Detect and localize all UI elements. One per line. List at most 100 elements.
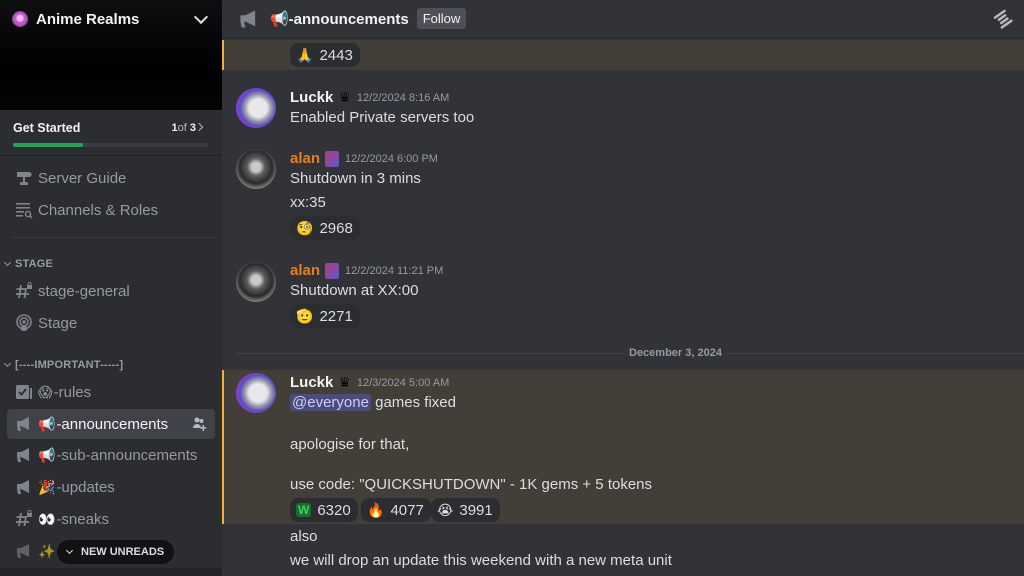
message-text: use code: "QUICKSHUTDOWN" - 1K gems + 5 … [290,476,653,493]
invite-member-icon[interactable] [192,416,208,432]
reaction-count: 3991 [459,501,493,519]
rules-icon [14,382,34,402]
server-globe-icon [12,11,28,27]
sidebar-item-label: Channels & Roles [38,201,159,219]
message-header: alan 12/2/2024 6:00 PM [290,150,438,167]
timestamp: 12/2/2024 6:00 PM [345,152,438,165]
date-divider-label: December 3, 2024 [624,347,727,359]
sidebar-item-server-guide[interactable]: Server Guide [7,163,215,193]
chat-area: 📢-announcements Follow 🙏 2443 Luckk ♛ 12… [222,0,1024,576]
message-header: Luckk ♛ 12/3/2024 5:00 AM [290,374,449,391]
category-important[interactable]: [----IMPORTANT-----] [3,359,123,371]
channel-updates[interactable]: 🎉 -updates [7,472,215,502]
locked-text-channel-icon [14,509,34,529]
get-started-progress-fill [13,143,84,147]
avatar[interactable] [236,88,276,128]
author-name[interactable]: alan [290,150,320,167]
channel-rules[interactable]: 😱 -rules [7,377,215,407]
get-started-count: 1of 3 [171,122,197,134]
message-text: Enabled Private servers too [290,109,475,126]
reaction-pill[interactable]: 🫡 2271 [290,304,360,328]
reaction-emoji: 🧐 [296,219,314,236]
reaction-count: 2968 [319,219,353,237]
channel-emoji: ✨ [38,542,56,559]
reaction-count: 2443 [319,46,353,64]
author-name[interactable]: Luckk [290,374,333,391]
reaction-emoji: W [296,503,312,517]
sidebar-item-label: Server Guide [38,169,127,187]
announcement-icon [14,445,34,465]
author-name[interactable]: Luckk [290,89,333,106]
channel-emoji: 🎉 [38,478,56,495]
reaction-pill[interactable]: 🙏 2443 [290,43,360,67]
channel-header: 📢-announcements Follow [222,0,1024,38]
timestamp: 12/3/2024 5:00 AM [356,376,450,389]
channel-label: -sneaks [56,510,109,528]
channel-label: -updates [56,478,115,496]
reaction-pill[interactable]: 🧐 2968 [290,216,360,240]
user-panel-edge [0,568,222,576]
announcement-icon [14,477,34,497]
announcement-icon [238,8,260,30]
chevron-down-icon [3,359,12,368]
everyone-mention[interactable]: @everyone [290,394,371,411]
message-text: apologise for that, [290,436,410,453]
timestamp: 12/2/2024 11:21 PM [345,264,444,277]
reaction-count: 2271 [319,307,353,325]
reaction-pill[interactable]: 😭 3991 [431,498,500,522]
get-started-panel[interactable]: Get Started 1of 3 [0,110,222,156]
channel-stage[interactable]: Stage [7,308,215,338]
message-text: xx:35 [290,194,326,211]
server-name: Anime Realms [36,10,140,28]
category-stage[interactable]: STAGE [3,258,53,270]
locked-text-channel-icon [14,281,34,301]
chevron-down-icon[interactable] [193,9,209,25]
new-unreads-label: NEW UNREADS [81,546,165,558]
chevron-right-icon [194,122,204,132]
avatar[interactable] [236,262,276,302]
reaction-count: 4077 [390,501,424,519]
message-header: Luckk ♛ 12/2/2024 8:16 AM [290,89,449,106]
reaction-pill[interactable]: 🔥 4077 [361,498,431,522]
channel-emoji: 📢 [38,446,56,463]
channel-title: 📢-announcements [270,10,409,28]
reaction-pill[interactable]: W 6320 [290,498,358,522]
new-unreads-button[interactable]: NEW UNREADS [57,540,175,564]
timestamp: 12/2/2024 8:16 AM [356,91,450,104]
role-scroll-icon [325,262,340,279]
chevron-down-icon [3,258,12,267]
author-name[interactable]: alan [290,262,320,279]
channel-label: -sub-announcements [56,446,198,464]
message-text: also [290,528,318,545]
avatar[interactable] [236,373,276,413]
sidebar-divider [13,237,216,238]
channel-announcements[interactable]: 📢 -announcements [7,409,215,439]
announcement-icon [14,541,34,561]
channel-label: -announcements [56,415,169,433]
get-started-progress-bar [13,143,208,147]
channel-emoji: 😱 [38,383,53,400]
chevron-down-icon [65,546,74,555]
get-started-title: Get Started [13,121,81,135]
channel-stage-general[interactable]: stage-general [7,276,215,306]
message-header: alan 12/2/2024 11:21 PM [290,262,443,279]
reaction-emoji: 🫡 [296,307,314,324]
message-text-span: games fixed [375,394,456,411]
channel-label: Stage [38,314,78,332]
channel-sub-announcements[interactable]: 📢 -sub-announcements [7,440,215,470]
crown-icon: ♛ [338,89,351,105]
sidebar-item-channels-roles[interactable]: Channels & Roles [7,195,215,225]
follow-button[interactable]: Follow [416,8,467,29]
announcement-icon [14,414,34,434]
category-label: [----IMPORTANT-----] [15,359,124,371]
threads-icon[interactable] [992,8,1014,30]
server-header[interactable]: Anime Realms [12,8,212,30]
category-label: STAGE [15,258,54,270]
message-text: we will drop an update this weekend with… [290,552,672,569]
channel-sneaks[interactable]: 👀 -sneaks [7,504,215,534]
reaction-count: 6320 [317,501,351,519]
message-text: @everyone games fixed [290,394,456,411]
avatar[interactable] [236,149,276,189]
crown-icon: ♛ [338,374,351,390]
signpost-icon [14,168,34,188]
